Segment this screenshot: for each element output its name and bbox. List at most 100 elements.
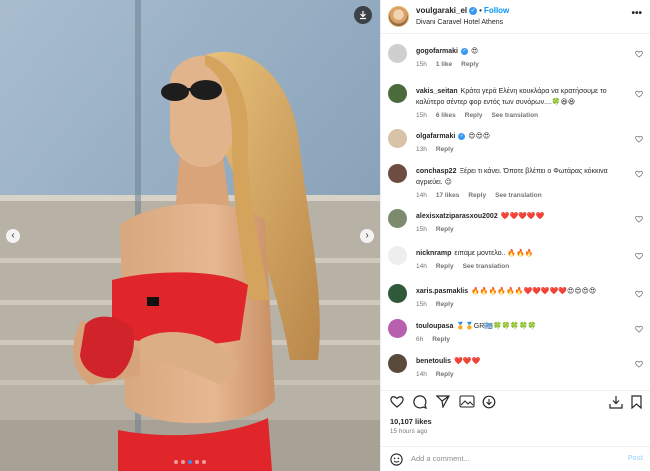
reply-button[interactable]: Reply <box>436 263 454 270</box>
commenter-avatar[interactable] <box>388 354 407 373</box>
reply-button[interactable]: Reply <box>465 112 483 119</box>
comment-body: touloupasa 🏅🏅GR🇬🇷🍀🍀🍀🍀🍀 6h Reply <box>416 321 631 345</box>
comment-text: ❤️❤️❤️❤️❤️ <box>500 213 545 220</box>
comment-like-heart-icon[interactable] <box>635 360 643 368</box>
comment-meta: 14h 17 likes Reply See translation <box>416 190 631 201</box>
commenter-avatar[interactable] <box>388 129 407 148</box>
comment-text: 🏅🏅GR🇬🇷🍀🍀🍀🍀🍀 <box>456 323 537 330</box>
author-row: voulgaraki_el ✓ • Follow <box>416 6 509 15</box>
comment-likes[interactable]: 6 likes <box>436 112 456 119</box>
add-comment-input[interactable] <box>411 454 611 463</box>
add-comment-bar: Post <box>381 446 650 471</box>
comment-likes[interactable]: 1 like <box>436 61 452 68</box>
comment-like-heart-icon[interactable] <box>635 290 643 298</box>
comment-likes[interactable]: 17 likes <box>436 192 460 199</box>
comment-time: 13h <box>416 146 427 153</box>
commenter-avatar[interactable] <box>388 246 407 265</box>
reply-button[interactable]: Reply <box>461 61 479 68</box>
comment-icon[interactable] <box>413 395 427 409</box>
comment-username[interactable]: nicknramp <box>416 250 451 257</box>
author-avatar[interactable] <box>388 6 409 27</box>
author-username[interactable]: voulgaraki_el <box>416 6 467 15</box>
bookmark-icon[interactable] <box>631 395 642 409</box>
comment-like-heart-icon[interactable] <box>635 135 643 143</box>
comment-meta: 13h Reply <box>416 144 631 155</box>
comment-username[interactable]: gogofarmaki <box>416 48 458 55</box>
reply-button[interactable]: Reply <box>436 301 454 308</box>
comment-text: 😍😍😍 <box>468 133 491 140</box>
likes-count[interactable]: 10,107 likes <box>390 417 432 426</box>
separator: • <box>479 6 482 15</box>
comment-like-heart-icon[interactable] <box>635 325 643 333</box>
see-translation-button[interactable]: See translation <box>463 263 510 270</box>
verified-badge-icon: ✓ <box>461 47 469 55</box>
comment-username[interactable]: xaris.pasmaklis <box>416 288 468 295</box>
comment-text: ειπαμε μοντελο.. 🔥🔥🔥 <box>454 250 534 257</box>
comment-username[interactable]: conchasp22 <box>416 168 456 175</box>
comment-like-heart-icon[interactable] <box>635 252 643 260</box>
previous-image-button[interactable]: ‹ <box>6 229 20 243</box>
comment-meta: 14h Reply See translation <box>416 261 631 272</box>
heart-icon[interactable] <box>390 395 404 408</box>
comment-time: 15h <box>416 61 427 68</box>
reply-button[interactable]: Reply <box>468 192 486 199</box>
commenter-avatar[interactable] <box>388 209 407 228</box>
comment-time: 15h <box>416 226 427 233</box>
comment-meta: 14h Reply <box>416 369 631 380</box>
post-comment-button[interactable]: Post <box>628 455 643 462</box>
comment-text: ❤️❤️❤️ <box>454 358 481 365</box>
remix-icon[interactable] <box>482 395 496 409</box>
comment-username[interactable]: olgafarmaki <box>416 133 455 140</box>
comment-like-heart-icon[interactable] <box>635 90 643 98</box>
commenter-avatar[interactable] <box>388 319 407 338</box>
commenter-avatar[interactable] <box>388 44 407 63</box>
download-icon[interactable] <box>354 6 372 24</box>
comment-body: alexisxatziparasxou2002 ❤️❤️❤️❤️❤️ 15h Repl… <box>416 211 631 235</box>
share-icon[interactable] <box>436 395 450 408</box>
comment-body: vakis_seitan Κράτα γερά Ελένη κουκλάρα να… <box>416 86 631 121</box>
see-translation-button[interactable]: See translation <box>495 192 542 199</box>
comment-like-heart-icon[interactable] <box>635 215 643 223</box>
comment-time: 15h <box>416 301 427 308</box>
comment-like-heart-icon[interactable] <box>635 170 643 178</box>
comment-body: nicknramp ειπαμε μοντελο.. 🔥🔥🔥 14h Reply See… <box>416 248 631 272</box>
comment-meta: 15h 1 like Reply <box>416 59 631 70</box>
comment-body: conchasp22 Ξέρει τι κάνει. Όποτε βλέπει ο… <box>416 166 631 201</box>
download-post-icon[interactable] <box>609 395 623 409</box>
follow-button[interactable]: Follow <box>484 6 509 15</box>
comment-username[interactable]: vakis_seitan <box>416 88 458 95</box>
action-bar <box>381 390 650 412</box>
comment-text: 🔥🔥🔥🔥🔥🔥❤️❤️❤️❤️❤️😍😍😍😍 <box>471 288 597 295</box>
post-location[interactable]: Divani Caravel Hotel Athens <box>416 19 503 26</box>
comment-time: 6h <box>416 336 424 343</box>
emoji-icon[interactable] <box>390 453 403 466</box>
comment-like-heart-icon[interactable] <box>635 50 643 58</box>
reply-button[interactable]: Reply <box>436 146 454 153</box>
see-translation-button[interactable]: See translation <box>491 112 538 119</box>
more-options-icon[interactable]: ••• <box>631 9 642 19</box>
comment-username[interactable]: benetoulis <box>416 358 451 365</box>
verified-badge-icon: ✓ <box>458 132 466 140</box>
commenter-avatar[interactable] <box>388 284 407 303</box>
post-media[interactable]: ‹ › <box>0 0 380 471</box>
reply-button[interactable]: Reply <box>432 336 450 343</box>
comment-time: 14h <box>416 371 427 378</box>
reply-button[interactable]: Reply <box>436 371 454 378</box>
gallery-icon[interactable] <box>459 395 475 408</box>
commenter-avatar[interactable] <box>388 84 407 103</box>
comment-body: olgafarmaki ✓ 😍😍😍 13h Reply <box>416 131 631 155</box>
next-image-button[interactable]: › <box>360 229 374 243</box>
comment-meta: 6h Reply <box>416 334 631 345</box>
comment-time: 14h <box>416 192 427 199</box>
carousel-dot-active <box>188 460 192 464</box>
comment-time: 15h <box>416 112 427 119</box>
reply-button[interactable]: Reply <box>436 226 454 233</box>
commenter-avatar[interactable] <box>388 164 407 183</box>
comment-username[interactable]: touloupasa <box>416 323 453 330</box>
carousel-indicator <box>174 460 206 464</box>
comment-text: 😍 <box>471 48 479 55</box>
post-timestamp[interactable]: 15 hours ago <box>390 429 427 435</box>
comment-username[interactable]: alexisxatziparasxou2002 <box>416 213 498 220</box>
comment-meta: 15h Reply <box>416 299 631 310</box>
carousel-dot <box>195 460 199 464</box>
